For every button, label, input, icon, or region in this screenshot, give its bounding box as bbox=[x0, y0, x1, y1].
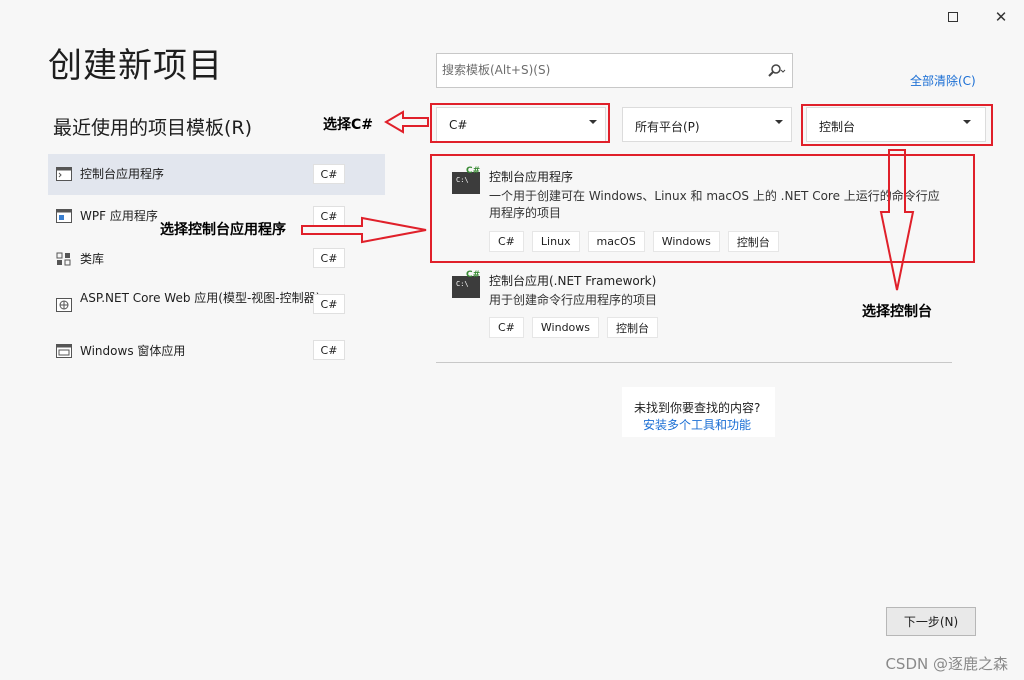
annotation-arrow-down bbox=[879, 149, 915, 291]
annotation-arrow-left bbox=[384, 110, 429, 134]
annotation-arrow-right bbox=[301, 216, 427, 244]
annotation-arrows bbox=[301, 110, 915, 291]
